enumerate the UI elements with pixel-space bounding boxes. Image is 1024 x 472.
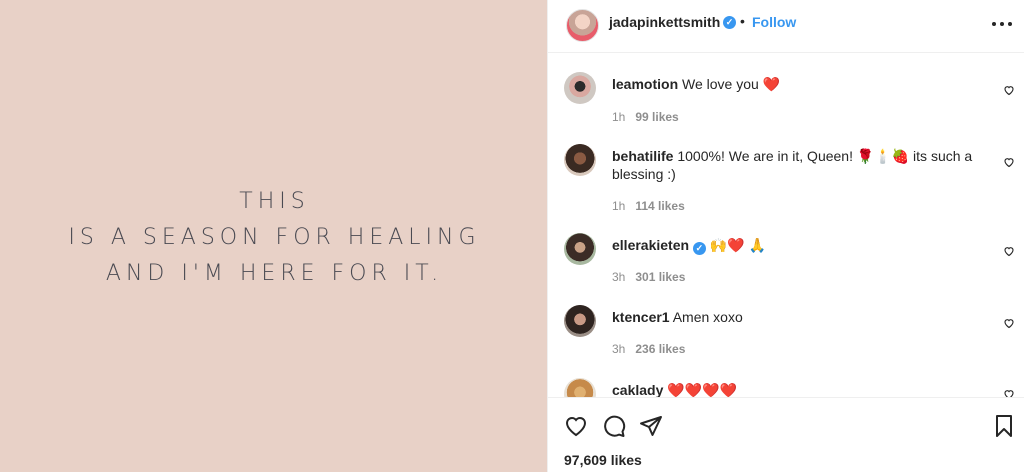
comment-text: 🙌❤️ 🙏: [705, 237, 767, 253]
comment-like-icon[interactable]: [1003, 156, 1015, 168]
comment-meta: 1h 114 likes: [612, 199, 685, 213]
comment-likes[interactable]: 236 likes: [635, 342, 685, 356]
comment-time[interactable]: 3h: [612, 270, 625, 284]
bookmark-icon[interactable]: [992, 414, 1016, 438]
comment-text-block: caklady ❤️❤️❤️❤️: [612, 381, 982, 397]
paper-plane-icon[interactable]: [639, 414, 663, 438]
comment-username[interactable]: behatilife: [612, 148, 673, 164]
comment-likes[interactable]: 99 likes: [635, 110, 678, 124]
comment-username[interactable]: ktencer1: [612, 309, 670, 325]
author-username[interactable]: jadapinkettsmith: [609, 14, 720, 30]
heart-icon[interactable]: [564, 414, 588, 438]
comment-meta: 3h 301 likes: [612, 270, 685, 284]
commenter-avatar[interactable]: [564, 233, 596, 265]
comment-like-icon[interactable]: [1003, 84, 1015, 96]
quote-line: AND I'M HERE FOR IT.: [105, 261, 444, 286]
post-side-panel: jadapinkettsmith ✓ • Follow leamotion We…: [547, 0, 1024, 472]
verified-badge-icon: ✓: [723, 16, 736, 29]
comment-text-block: ellerakieten ✓ 🙌❤️ 🙏: [612, 236, 982, 255]
follow-button[interactable]: Follow: [752, 14, 796, 30]
comment-meta: 3h 236 likes: [612, 342, 685, 356]
comment-text: We love you ❤️: [678, 76, 781, 92]
comment-text-block: behatilife 1000%! We are in it, Queen! 🌹…: [612, 147, 982, 183]
comments-list[interactable]: leamotion We love you ❤️ 1h 99 likes beha…: [548, 54, 1024, 397]
comment-time[interactable]: 1h: [612, 110, 625, 124]
comment-icon[interactable]: [602, 414, 626, 438]
comment-like-icon[interactable]: [1003, 317, 1015, 329]
commenter-avatar[interactable]: [564, 72, 596, 104]
comment-like-icon[interactable]: [1003, 245, 1015, 257]
verified-badge-icon: ✓: [692, 242, 706, 255]
comment-like-icon[interactable]: [1003, 388, 1015, 397]
comment-username[interactable]: leamotion: [612, 76, 678, 92]
comment-time[interactable]: 1h: [612, 199, 625, 213]
post-header: jadapinkettsmith ✓ • Follow: [548, 0, 1024, 53]
comment-likes[interactable]: 114 likes: [635, 199, 684, 213]
comment-username[interactable]: ellerakieten: [612, 237, 689, 253]
post-quote: THIS IS A SEASON FOR HEALING AND I'M HER…: [68, 184, 480, 292]
post-likes-count[interactable]: 97,609 likes: [564, 452, 642, 468]
comment-text: Amen xoxo: [669, 309, 743, 325]
commenter-avatar[interactable]: [564, 378, 596, 397]
post-image[interactable]: THIS IS A SEASON FOR HEALING AND I'M HER…: [0, 0, 547, 472]
header-separator: •: [740, 13, 745, 29]
commenter-avatar[interactable]: [564, 144, 596, 176]
comment-likes[interactable]: 301 likes: [635, 270, 685, 284]
comment-time[interactable]: 3h: [612, 342, 625, 356]
post-actions-bar: 97,609 likes: [548, 397, 1024, 472]
more-options-icon[interactable]: [992, 20, 1012, 28]
quote-line: IS A SEASON FOR HEALING: [68, 225, 481, 250]
comment-text-block: leamotion We love you ❤️: [612, 75, 982, 93]
comment-text: ❤️❤️❤️❤️: [663, 382, 737, 397]
commenter-avatar[interactable]: [564, 305, 596, 337]
author-avatar[interactable]: [566, 9, 599, 42]
comment-text-block: ktencer1 Amen xoxo: [612, 308, 982, 326]
comment-meta: 1h 99 likes: [612, 110, 679, 124]
comment-username[interactable]: caklady: [612, 382, 663, 397]
quote-line: THIS: [239, 189, 310, 214]
